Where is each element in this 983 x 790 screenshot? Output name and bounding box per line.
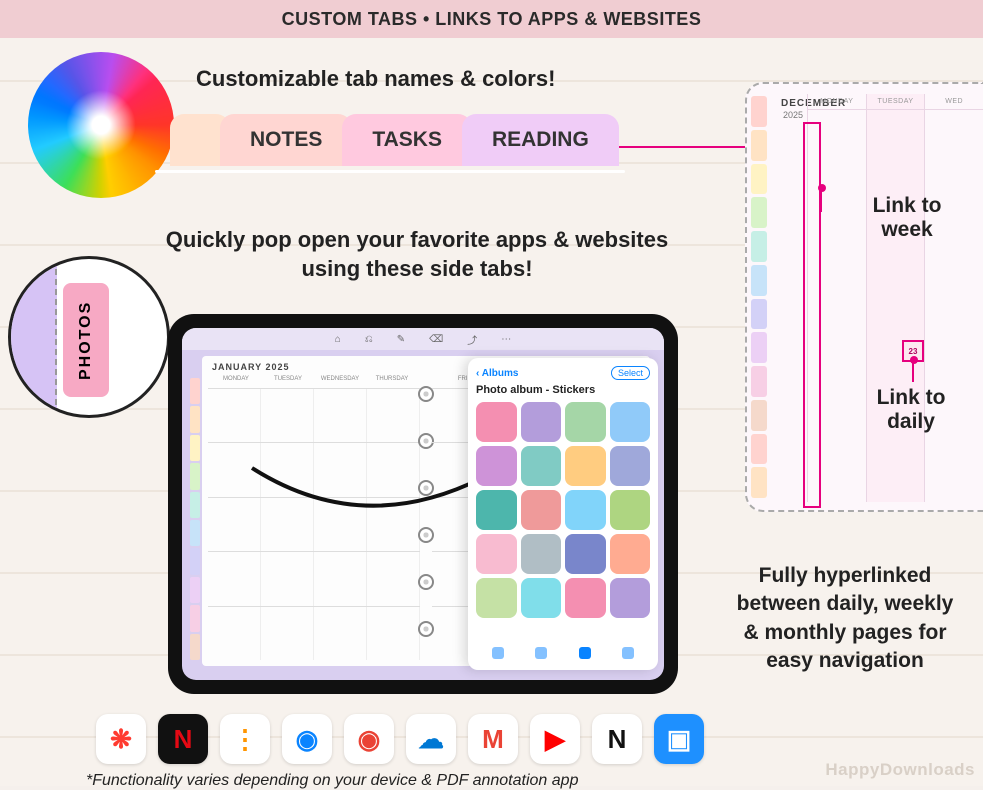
sticker-icon[interactable] [610,534,651,574]
sticker-icon[interactable] [610,490,651,530]
sticker-grid[interactable] [476,402,650,640]
sticker-icon[interactable] [476,578,517,618]
notion-app[interactable]: N [592,714,642,764]
gmail-app[interactable]: M [468,714,518,764]
leader-daily [912,360,914,382]
color-wheel-icon [28,52,174,198]
link-daily-label: Link to daily [856,386,966,434]
arrow-icon [242,448,502,528]
files-app[interactable]: ▣ [654,714,704,764]
safari-app[interactable]: ◉ [282,714,332,764]
side-tab-zoom: PHOTOS [8,256,170,418]
sticker-icon[interactable] [476,402,517,442]
week-highlight[interactable] [803,122,821,508]
tab-reading[interactable]: READING [462,114,619,166]
page-header: CUSTOM TABS • LINKS TO APPS & WEBSITES [0,0,983,38]
sticker-icon[interactable] [521,446,562,486]
albums-back-button[interactable]: ‹ Albums [476,368,518,379]
youtube-app[interactable]: ▶ [530,714,580,764]
side-tab-photos[interactable]: PHOTOS [63,283,109,397]
sticker-icon[interactable] [610,402,651,442]
footnote: *Functionality varies depending on your … [86,772,578,790]
planner-day-headers: MONDAYTUESDAYWEDNESDAYTHURSDAY [210,376,418,382]
sticker-icon[interactable] [476,534,517,574]
sticker-icon[interactable] [521,402,562,442]
sticker-icon[interactable] [610,578,651,618]
tab-tasks[interactable]: TASKS [342,114,472,166]
tabs-tagline: Customizable tab names & colors! [196,66,555,92]
sticker-icon[interactable] [565,402,606,442]
tab-notes[interactable]: NOTES [220,114,352,166]
sticker-icon[interactable] [565,578,606,618]
sticker-icon[interactable] [565,490,606,530]
sticker-icon[interactable] [521,534,562,574]
ipad-device: ⌂⎌✎⌫⤴⋯ JANUARY 2025 MONDAYTUESDAYWEDNESD… [168,314,678,694]
custom-tabs: NOTES TASKS READING [180,114,619,166]
subheading: Quickly pop open your favorite apps & we… [152,226,682,283]
sticker-icon[interactable] [610,446,651,486]
photos-app[interactable]: ❋ [96,714,146,764]
select-button[interactable]: Select [611,366,650,380]
chrome-app[interactable]: ◉ [344,714,394,764]
photos-overlay: ‹ Albums Select Photo album - Stickers [468,358,658,670]
calendar-preview: DECEMBER 2025 MONDAY TUESDAY WED 23 [745,82,983,512]
preview-year: 2025 [783,110,803,120]
watermark: HappyDownloads [825,760,975,780]
app-toolbar: ⌂⎌✎⌫⤴⋯ [182,328,664,350]
link-week-label: Link to week [852,194,962,242]
sticker-icon[interactable] [521,578,562,618]
hyperlink-blurb: Fully hyperlinked between daily, weekly … [733,562,957,675]
preview-columns: MONDAY TUESDAY WED [807,94,983,502]
reminders-app[interactable]: ⋮ [220,714,270,764]
sticker-icon[interactable] [521,490,562,530]
leader-week [820,188,822,212]
calendar-side-tabs[interactable] [751,96,767,498]
sticker-icon[interactable] [565,534,606,574]
overlay-tabbar[interactable] [476,644,650,662]
sticker-icon[interactable] [476,490,517,530]
sticker-icon[interactable] [476,446,517,486]
onedrive-app[interactable]: ☁ [406,714,456,764]
app-icon-row: ❋N⋮◉◉☁M▶N▣ [96,714,704,764]
sticker-icon[interactable] [565,446,606,486]
tabs-underline [155,170,625,173]
planner-side-tabs[interactable] [190,378,200,660]
planner-month: JANUARY 2025 [212,362,290,372]
album-title: Photo album - Stickers [476,384,650,396]
netflix-app[interactable]: N [158,714,208,764]
